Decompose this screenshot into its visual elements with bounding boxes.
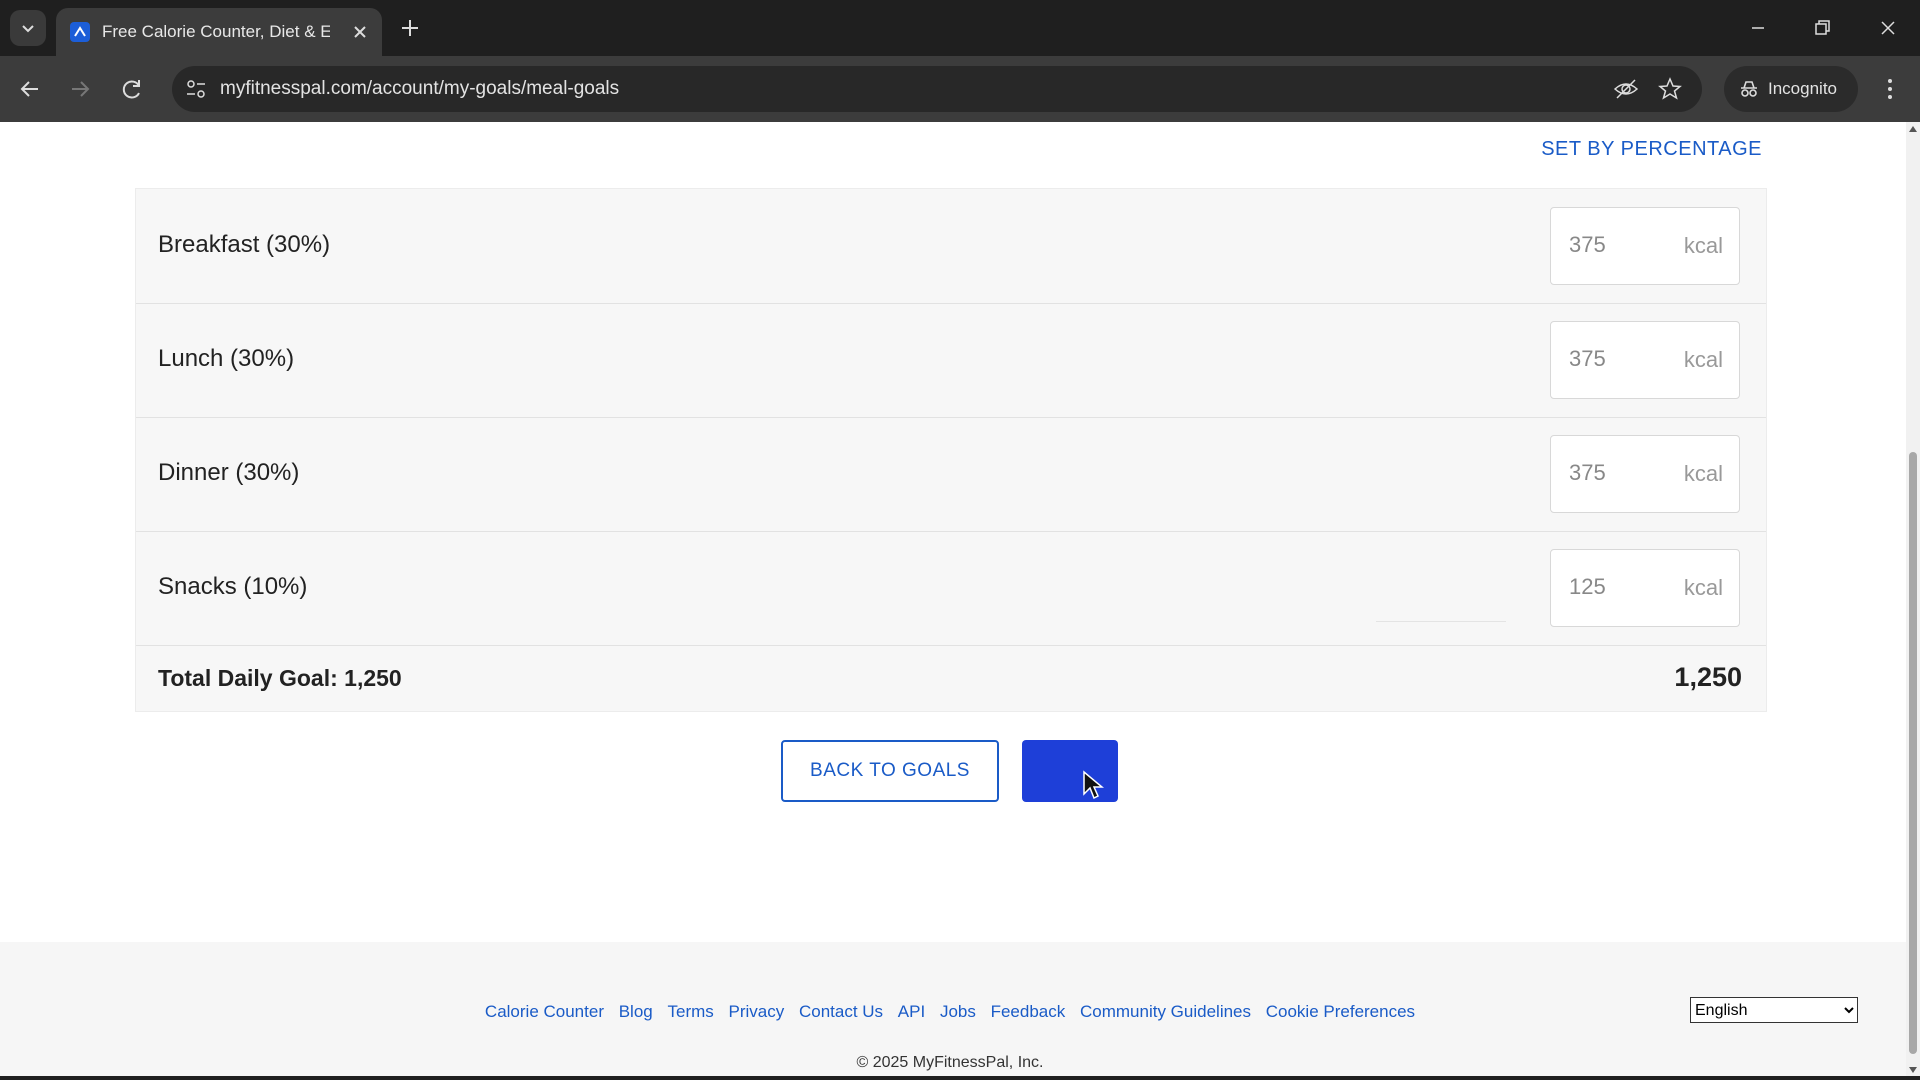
browser-tab-strip: Free Calorie Counter, Diet & Exe <box>0 0 1920 56</box>
copyright-text: © 2025 MyFitnessPal, Inc. <box>856 1054 1044 1071</box>
kcal-input-breakfast[interactable] <box>1569 230 1649 260</box>
browser-toolbar: myfitnesspal.com/account/my-goals/meal-g… <box>0 56 1920 122</box>
footer-link-community-guidelines[interactable]: Community Guidelines <box>1080 1002 1251 1021</box>
kcal-unit-label: kcal <box>1683 233 1723 258</box>
total-daily-goal-value: 1,250 <box>1674 662 1742 692</box>
meal-label-breakfast: Breakfast (30%) <box>158 231 331 258</box>
browser-tab-active[interactable]: Free Calorie Counter, Diet & Exe <box>56 8 382 56</box>
minimize-icon[interactable] <box>1744 14 1772 42</box>
footer-link-privacy[interactable]: Privacy <box>729 1002 785 1021</box>
tab-search-button[interactable] <box>10 10 46 46</box>
meal-label-snacks: Snacks (10%) <box>158 573 308 600</box>
address-bar[interactable]: myfitnesspal.com/account/my-goals/meal-g… <box>172 66 1702 112</box>
reload-icon[interactable] <box>116 73 148 105</box>
restore-window-icon[interactable] <box>1808 14 1836 42</box>
incognito-icon <box>1741 81 1757 97</box>
footer-link-blog[interactable]: Blog <box>619 1002 653 1021</box>
footer-link-contact-us[interactable]: Contact Us <box>799 1002 883 1021</box>
meal-row-snacks: Snacks (10%) kcal <box>136 531 1766 646</box>
page-scrollbar[interactable] <box>1906 122 1920 1077</box>
scrollbar-thumb[interactable] <box>1909 452 1917 1054</box>
meal-row-dinner: Dinner (30%) kcal <box>136 417 1766 532</box>
meal-label-dinner: Dinner (30%) <box>158 459 300 486</box>
meal-goals-page: SET BY PERCENTAGE Breakfast (30%) kcal L… <box>0 122 1920 1080</box>
back-to-goals-button[interactable]: BACK TO GOALS <box>781 740 999 802</box>
new-tab-plus-icon[interactable] <box>396 14 424 42</box>
footer-link-api[interactable]: API <box>898 1002 925 1021</box>
footer-link-jobs[interactable]: Jobs <box>940 1002 976 1021</box>
divider <box>1376 621 1506 622</box>
scroll-down-arrow-icon[interactable] <box>1909 1067 1917 1073</box>
kcal-field-snacks[interactable]: kcal <box>1550 549 1740 627</box>
footer-links: Calorie Counter Blog Terms Privacy Conta… <box>0 1002 1900 1022</box>
footer-link-feedback[interactable]: Feedback <box>991 1002 1066 1021</box>
meal-row-breakfast: Breakfast (30%) kcal <box>136 189 1766 304</box>
language-select[interactable]: English <box>1690 997 1858 1023</box>
incognito-indicator[interactable]: Incognito <box>1724 66 1858 112</box>
footer-link-terms[interactable]: Terms <box>667 1002 713 1021</box>
meal-label-lunch: Lunch (30%) <box>158 345 295 372</box>
chevron-down-icon <box>22 25 34 33</box>
total-daily-goal-row: Total Daily Goal: 1,250 1,250 <box>136 645 1766 711</box>
bookmark-star-icon[interactable] <box>1656 75 1684 103</box>
kcal-field-breakfast[interactable]: kcal <box>1550 207 1740 285</box>
meal-row-lunch: Lunch (30%) kcal <box>136 303 1766 418</box>
incognito-label: Incognito <box>1768 79 1837 98</box>
kcal-input-lunch[interactable] <box>1569 344 1649 374</box>
total-daily-goal-label: Total Daily Goal: 1,250 <box>158 665 402 691</box>
kcal-field-dinner[interactable]: kcal <box>1550 435 1740 513</box>
meal-goals-card: Breakfast (30%) kcal Lunch (30%) kcal Di… <box>135 188 1767 712</box>
browser-menu-icon[interactable] <box>1874 73 1906 105</box>
site-settings-icon[interactable] <box>182 75 210 103</box>
window-bottom-edge <box>0 1076 1920 1080</box>
kcal-input-snacks[interactable] <box>1569 572 1649 602</box>
page-footer: Calorie Counter Blog Terms Privacy Conta… <box>0 942 1906 1080</box>
tab-title: Free Calorie Counter, Diet & Exe <box>102 22 330 41</box>
footer-link-calorie-counter[interactable]: Calorie Counter <box>485 1002 604 1021</box>
set-by-percentage-link[interactable]: SET BY PERCENTAGE <box>1541 138 1762 161</box>
myfitnesspal-favicon-icon <box>70 22 90 42</box>
eye-slash-icon[interactable] <box>1612 75 1640 103</box>
close-tab-icon[interactable] <box>348 20 372 44</box>
kcal-field-lunch[interactable]: kcal <box>1550 321 1740 399</box>
footer-link-cookie-preferences[interactable]: Cookie Preferences <box>1266 1002 1415 1021</box>
kcal-unit-label: kcal <box>1683 461 1723 486</box>
forward-arrow-icon[interactable] <box>64 73 96 105</box>
kcal-unit-label: kcal <box>1683 347 1723 372</box>
url-text[interactable]: myfitnesspal.com/account/my-goals/meal-g… <box>220 78 619 100</box>
kcal-input-dinner[interactable] <box>1569 458 1649 488</box>
scroll-up-arrow-icon[interactable] <box>1909 126 1917 132</box>
mouse-pointer-icon <box>1083 770 1104 800</box>
close-window-icon[interactable] <box>1874 14 1902 42</box>
back-arrow-icon[interactable] <box>14 73 46 105</box>
kcal-unit-label: kcal <box>1683 575 1723 600</box>
